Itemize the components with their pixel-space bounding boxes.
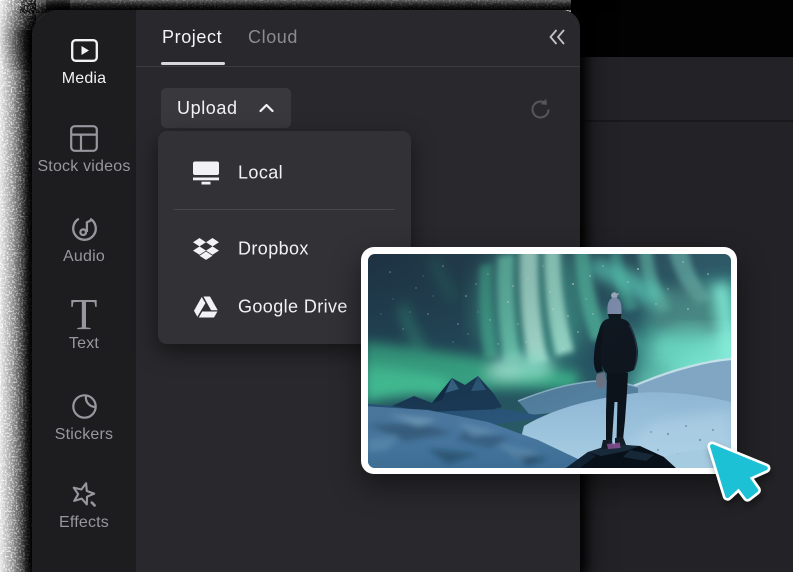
svg-text:T: T bbox=[70, 299, 97, 331]
